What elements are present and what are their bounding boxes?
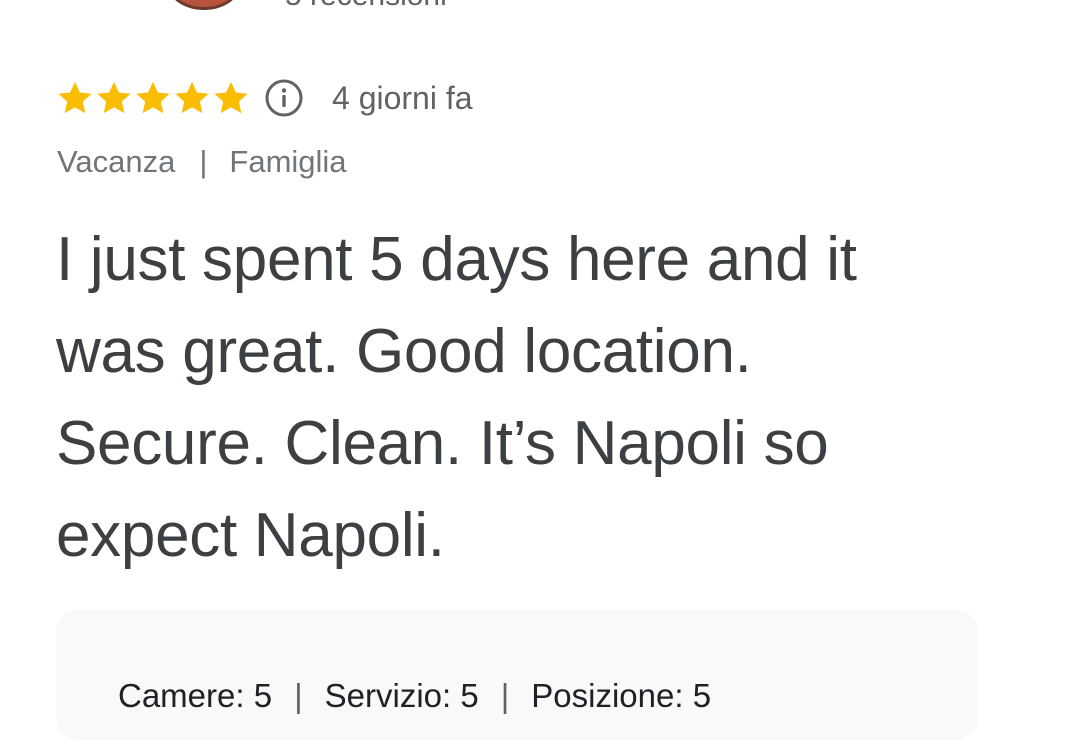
trip-type: Vacanza — [57, 144, 176, 179]
reviewer-review-count[interactable]: 5 recensioni — [285, 0, 447, 14]
review-text: I just spent 5 days here and it was grea… — [56, 214, 1016, 582]
star-icon — [214, 81, 248, 114]
avatar[interactable] — [168, 0, 240, 10]
star-icon — [175, 81, 209, 114]
review-text-line: I just spent 5 days here and it — [56, 225, 857, 294]
sub-rating-separator: | — [500, 677, 510, 714]
review-time-ago: 4 giorni fa — [332, 80, 473, 116]
sub-rating-separator: | — [294, 677, 303, 714]
sub-ratings-row: Camere: 5 | Servizio: 5 | Posizione: 5 — [118, 676, 711, 716]
sub-ratings-box: Camere: 5 | Servizio: 5 | Posizione: 5 — [56, 610, 978, 740]
star-icon — [97, 81, 131, 114]
rating-row: 4 giorni fa — [55, 76, 473, 120]
star-icon — [58, 81, 92, 114]
reviewer-header: 5 recensioni — [0, 0, 1079, 20]
review-text-line: expect Napoli. — [56, 501, 445, 570]
review-text-line: was great. Good location. — [56, 317, 752, 386]
star-rating — [55, 78, 250, 118]
trip-separator: | — [199, 144, 208, 179]
sub-rating-service: Servizio: 5 — [324, 677, 479, 714]
info-circle-icon[interactable] — [264, 78, 304, 118]
sub-rating-rooms: Camere: 5 — [118, 677, 273, 714]
trip-companion: Famiglia — [229, 144, 347, 179]
sub-rating-location: Posizione: 5 — [531, 677, 712, 714]
trip-info: Vacanza | Famiglia — [57, 142, 347, 182]
star-icon — [136, 81, 170, 114]
review-text-line: Secure. Clean. It’s Napoli so — [56, 409, 829, 478]
